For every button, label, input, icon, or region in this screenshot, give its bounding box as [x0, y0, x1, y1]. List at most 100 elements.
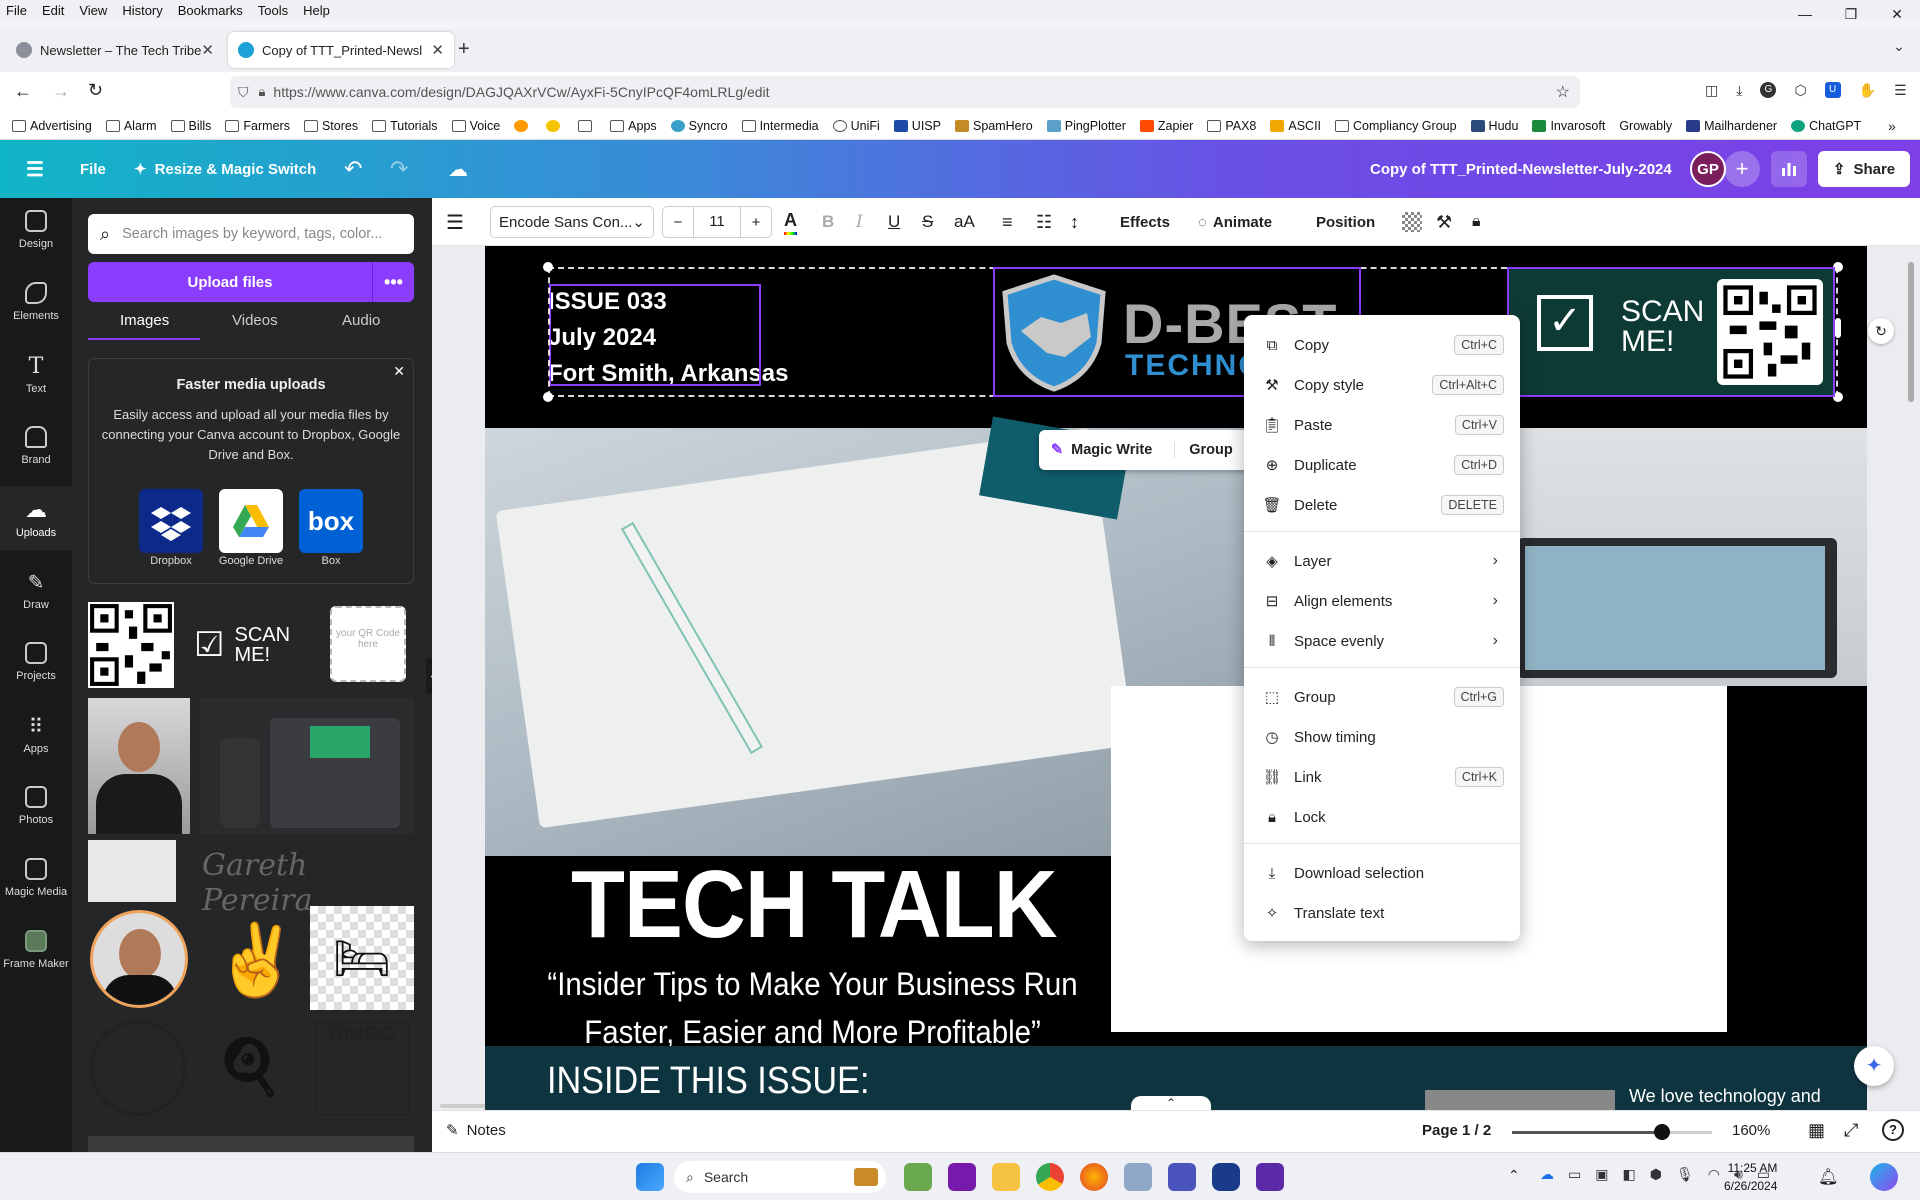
resize-handle[interactable] [543, 262, 553, 272]
ctx-link[interactable]: ⛓ Link Ctrl+K [1244, 757, 1520, 797]
windows-start-icon[interactable] [636, 1163, 664, 1191]
bookmark-chatgpt[interactable]: ChatGPT [1791, 119, 1861, 133]
ctx-space-evenly[interactable]: ⦀ Space evenly › [1244, 621, 1520, 661]
zoom-slider-thumb[interactable] [1654, 1124, 1670, 1140]
side-handle[interactable] [1835, 318, 1841, 338]
bookmark-spamhero[interactable]: SpamHero [954, 119, 1033, 133]
network-tool-icon[interactable] [1124, 1163, 1152, 1191]
group-button[interactable]: Group [1174, 442, 1233, 458]
resize-handle[interactable] [543, 392, 553, 402]
bookmark-apps[interactable]: Apps [610, 119, 657, 133]
laptop-photo[interactable] [1517, 428, 1867, 686]
ctx-paste[interactable]: 📋︎ Paste Ctrl+V [1244, 405, 1520, 445]
new-tab-button[interactable]: + [458, 38, 470, 61]
bookmark-advertising[interactable]: Advertising [12, 119, 92, 133]
inside-this-issue-heading[interactable]: INSIDE THIS ISSUE: [547, 1060, 869, 1103]
line-spacing-icon[interactable]: ↕ [1070, 206, 1079, 238]
bookmark-growably[interactable]: Growably [1619, 119, 1672, 133]
taskbar-search[interactable]: ⌕ Search [674, 1161, 886, 1193]
bookmark-uisp[interactable]: UISP [893, 119, 941, 133]
bookmark-amazon[interactable] [514, 119, 532, 132]
forward-arrow-icon[interactable]: → [52, 81, 70, 102]
bookmark-mailhardener[interactable]: Mailhardener [1686, 119, 1777, 133]
text-color-icon[interactable]: A [784, 206, 797, 238]
onenote-app-icon[interactable] [948, 1163, 976, 1191]
expand-pages-chevron-icon[interactable]: ⌃ [1131, 1096, 1211, 1110]
teams-app-icon[interactable] [1168, 1163, 1196, 1191]
more-bookmarks-chevron-icon[interactable]: » [1888, 118, 1896, 134]
ctx-show-timing[interactable]: ◷ Show timing [1244, 717, 1520, 757]
effects-button[interactable]: Effects [1120, 206, 1170, 238]
account-icon[interactable]: G [1760, 82, 1777, 98]
dropbox-button[interactable] [139, 489, 203, 553]
close-window-button[interactable]: ✕ [1874, 0, 1920, 28]
bed-icon-thumbnail[interactable]: 🛏︎ [310, 906, 414, 1010]
rotate-icon[interactable]: ↻ [1868, 318, 1894, 344]
signature-thumbnail[interactable]: Gareth Pereira [202, 848, 412, 918]
paint-roller-icon[interactable]: ⚒ [1436, 206, 1452, 238]
reload-icon[interactable]: ↻ [88, 80, 103, 101]
strikethrough-icon[interactable]: S [922, 206, 933, 238]
menu-bookmarks[interactable]: Bookmarks [170, 3, 250, 18]
cooking-pan-thumbnail[interactable]: 🍳︎ [200, 1020, 300, 1116]
tab-newsletter[interactable]: Newsletter – The Tech Tribe ✕ [6, 32, 224, 68]
qr-code-thumbnail[interactable] [88, 602, 174, 688]
bookmark-bills[interactable]: Bills [170, 119, 211, 133]
wifi-icon[interactable]: ◠ [1708, 1166, 1720, 1183]
bookmark-alarm[interactable]: Alarm [105, 119, 157, 133]
maximize-button[interactable]: ❐ [1828, 0, 1874, 28]
bookmark-compliancy[interactable]: Compliancy Group [1335, 119, 1457, 133]
clock[interactable]: 11:25 AM 6/26/2024 [1724, 1159, 1777, 1195]
file-explorer-icon[interactable] [992, 1163, 1020, 1191]
font-size-value[interactable]: 11 [693, 207, 741, 237]
minimize-button[interactable]: — [1782, 0, 1828, 28]
undo-icon[interactable]: ↶ [344, 140, 362, 198]
bitwarden-icon[interactable]: U [1824, 82, 1841, 98]
tray-chevron-icon[interactable]: ⌃ [1508, 1167, 1520, 1184]
emoji-face-thumbnail[interactable] [90, 1020, 186, 1116]
bookmark-zapier[interactable]: Zapier [1139, 119, 1193, 133]
bold-icon[interactable]: B [822, 206, 834, 238]
bookmark-farmers[interactable]: Farmers [225, 119, 290, 133]
underline-icon[interactable]: U [888, 206, 900, 238]
tray-app-icon[interactable]: ⬢ [1650, 1166, 1662, 1183]
ctx-download-selection[interactable]: ⤓ Download selection [1244, 853, 1520, 893]
desk-phone-thumbnail[interactable] [200, 698, 414, 834]
cloud-saved-icon[interactable]: ☁︎ [448, 140, 468, 198]
bookmark-ascii[interactable]: ASCII [1270, 119, 1321, 133]
rail-design[interactable]: Design [0, 198, 72, 262]
bookmark-stores[interactable]: Stores [303, 119, 358, 133]
scan-me-thumbnail[interactable]: ☑ SCAN ME! [184, 602, 312, 688]
box-button[interactable]: box [299, 489, 363, 553]
rail-frame-maker[interactable]: Frame Maker [0, 918, 72, 982]
bookmark-coin[interactable] [546, 119, 564, 132]
help-icon[interactable]: ? [1882, 1119, 1904, 1141]
letter-case-icon[interactable]: aA [954, 206, 975, 238]
onedrive-icon[interactable]: ☁︎ [1540, 1166, 1554, 1183]
upload-files-button[interactable]: Upload files ••• [88, 262, 414, 302]
font-family-select[interactable]: Encode Sans Con... ⌄ [490, 206, 654, 238]
ctx-copy-style[interactable]: ⚒ Copy style Ctrl+Alt+C [1244, 365, 1520, 405]
bookmark-syncro[interactable]: Syncro [670, 119, 728, 133]
bookmark-pax8[interactable]: PAX8 [1207, 119, 1256, 133]
pocket-icon[interactable]: ◫ [1705, 82, 1718, 99]
portrait-photo-thumbnail[interactable] [88, 698, 190, 834]
notes-button[interactable]: ✎ Notes [446, 1121, 506, 1140]
tab-list-chevron-icon[interactable]: ⌄ [1893, 38, 1905, 55]
intro-text[interactable]: We love technology and [1629, 1086, 1821, 1107]
ctx-translate-text[interactable]: ✧ Translate text [1244, 893, 1520, 933]
phone-screen-thumbnail[interactable] [88, 840, 176, 902]
ctx-align-elements[interactable]: ⊟ Align elements › [1244, 581, 1520, 621]
position-button[interactable]: Position [1316, 206, 1375, 238]
rail-text[interactable]: T Text [0, 342, 72, 406]
chrome-app-icon[interactable] [1036, 1163, 1064, 1191]
decrease-size-button[interactable]: − [663, 214, 693, 231]
ctx-delete[interactable]: 🗑︎ Delete DELETE [1244, 485, 1520, 525]
downloads-icon[interactable]: ⤓ [1736, 82, 1742, 99]
resize-magic-switch-button[interactable]: ✦ Resize & Magic Switch [134, 140, 316, 198]
tab-canva[interactable]: Copy of TTT_Printed-Newslette ✕ [228, 32, 454, 68]
rail-draw[interactable]: ✎ Draw [0, 558, 72, 622]
purple-app-icon[interactable] [1256, 1163, 1284, 1191]
canva-assistant-sparkle-icon[interactable]: ✦ [1854, 1046, 1894, 1086]
menu-file[interactable]: File [0, 3, 34, 18]
